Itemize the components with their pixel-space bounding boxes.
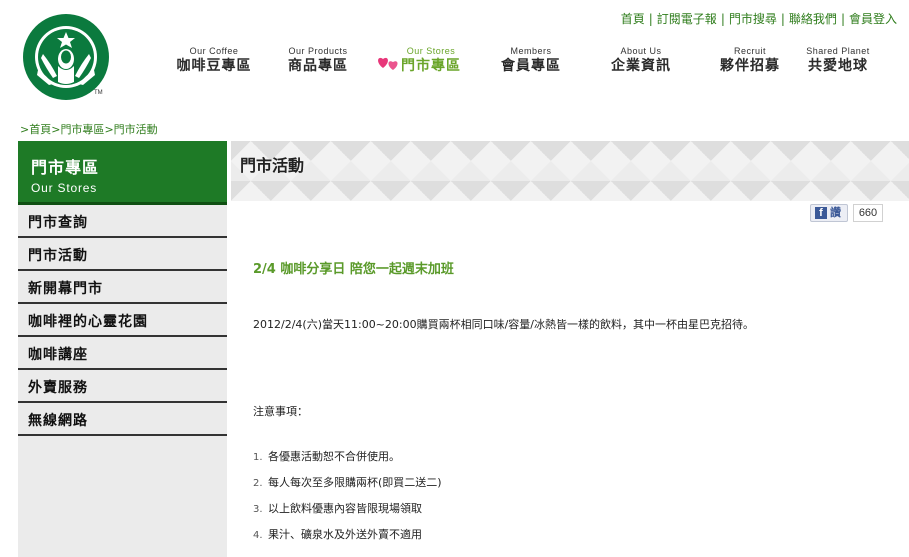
nav-recruit[interactable]: Recruit 夥伴招募 [702, 45, 798, 75]
page-title: 門市活動 [240, 156, 305, 175]
page-banner: 門市活動 [231, 141, 909, 201]
sidebar-item-new-stores[interactable]: 新開幕門市 [18, 271, 227, 304]
list-number: 2. [253, 478, 263, 489]
nav-label-en: Members [510, 46, 552, 56]
list-text: 以上飲料優惠內容皆限現場領取 [268, 502, 422, 515]
utility-links: 首頁 | 訂閱電子報 | 門市搜尋 | 聯絡我們 | 會員登入 [620, 12, 897, 26]
sidebar-item-store-events[interactable]: 門市活動 [18, 238, 227, 271]
nav-label-zh: 商品專區 [288, 58, 348, 74]
toplink-store-locator[interactable]: 門市搜尋 [729, 12, 777, 26]
starbucks-siren-logo[interactable] [23, 14, 109, 100]
hearts-icon [378, 57, 398, 70]
article-body: 2012/2/4(六)當天11:00~20:00購買兩杯相同口味/容量/冰熱皆一… [253, 318, 755, 331]
list-text: 每人每次至多限購兩杯(即買二送二) [268, 476, 442, 489]
like-count: 660 [853, 204, 883, 222]
article-title: 2/4 咖啡分享日 陪您一起週末加班 [253, 262, 454, 277]
list-item: 2. 每人每次至多限購兩杯(即買二送二) [253, 474, 442, 500]
nav-our-stores[interactable]: Our Stores 門市專區 [378, 45, 479, 75]
nav-label-zh: 咖啡豆專區 [176, 58, 252, 74]
nav-label-en: Recruit [733, 46, 766, 56]
nav-label-en: Shared Planet [806, 46, 870, 56]
breadcrumb-current[interactable]: 門市活動 [114, 123, 158, 136]
sidebar-item-coffee-seminar[interactable]: 咖啡講座 [18, 337, 227, 370]
nav-label-zh: 夥伴招募 [720, 58, 780, 74]
toplink-home[interactable]: 首頁 [621, 12, 645, 26]
sidebar-item-wifi[interactable]: 無線網路 [18, 403, 227, 436]
list-item: 1. 各優惠活動恕不合併使用。 [253, 448, 442, 474]
facebook-icon: f [815, 207, 827, 219]
toplink-newsletter[interactable]: 訂閱電子報 [657, 12, 717, 26]
sidebar-title-zh: 門市專區 [31, 158, 100, 177]
notes-heading: 注意事項： [253, 405, 308, 418]
list-number: 1. [253, 452, 263, 463]
notes-list: 1. 各優惠活動恕不合併使用。 2. 每人每次至多限購兩杯(即買二送二) 3. 以上飲… [253, 448, 442, 552]
sidebar: 門市專區 Our Stores 門市查詢 門市活動 新開幕門市 咖啡裡的心靈花園… [18, 141, 227, 557]
toplink-contact[interactable]: 聯絡我們 [789, 12, 837, 26]
sidebar-item-coffee-garden[interactable]: 咖啡裡的心靈花園 [18, 304, 227, 337]
list-text: 果汁、礦泉水及外送外賣不適用 [268, 528, 422, 541]
like-label: 讚 [830, 206, 841, 219]
sidebar-item-takeout[interactable]: 外賣服務 [18, 370, 227, 403]
nav-label-zh: 共愛地球 [808, 58, 868, 74]
list-item: 4. 果汁、礦泉水及外送外賣不適用 [253, 526, 442, 552]
nav-shared-planet[interactable]: Shared Planet 共愛地球 [790, 45, 886, 75]
nav-label-en: Our Products [288, 46, 348, 56]
nav-our-products[interactable]: Our Products 商品專區 [270, 45, 366, 75]
sidebar-title-en: Our Stores [31, 181, 98, 195]
nav-label-zh: 會員專區 [501, 58, 561, 74]
nav-label-en: Our Coffee [189, 46, 239, 56]
nav-label-en: About Us [620, 46, 662, 56]
toplink-login[interactable]: 會員登入 [849, 12, 897, 26]
sidebar-menu: 門市查詢 門市活動 新開幕門市 咖啡裡的心靈花園 咖啡講座 外賣服務 無線網路 [18, 205, 227, 436]
nav-members[interactable]: Members 會員專區 [483, 45, 579, 75]
list-number: 4. [253, 530, 263, 541]
breadcrumb-home[interactable]: 首頁 [29, 123, 51, 136]
list-text: 各優惠活動恕不合併使用。 [268, 450, 400, 463]
list-number: 3. [253, 504, 263, 515]
nav-label-zh: 企業資訊 [611, 58, 671, 74]
facebook-like-button[interactable]: f 讚 [810, 204, 848, 222]
nav-about-us[interactable]: About Us 企業資訊 [593, 45, 689, 75]
nav-our-coffee[interactable]: Our Coffee 咖啡豆專區 [166, 45, 262, 75]
trademark-mark: TM [94, 90, 103, 96]
breadcrumb-section[interactable]: 門市專區 [60, 123, 104, 136]
list-item: 3. 以上飲料優惠內容皆限現場領取 [253, 500, 442, 526]
sidebar-header: 門市專區 Our Stores [18, 141, 227, 205]
sidebar-item-store-search[interactable]: 門市查詢 [18, 205, 227, 238]
breadcrumb: >首頁>門市專區>門市活動 [20, 123, 158, 136]
